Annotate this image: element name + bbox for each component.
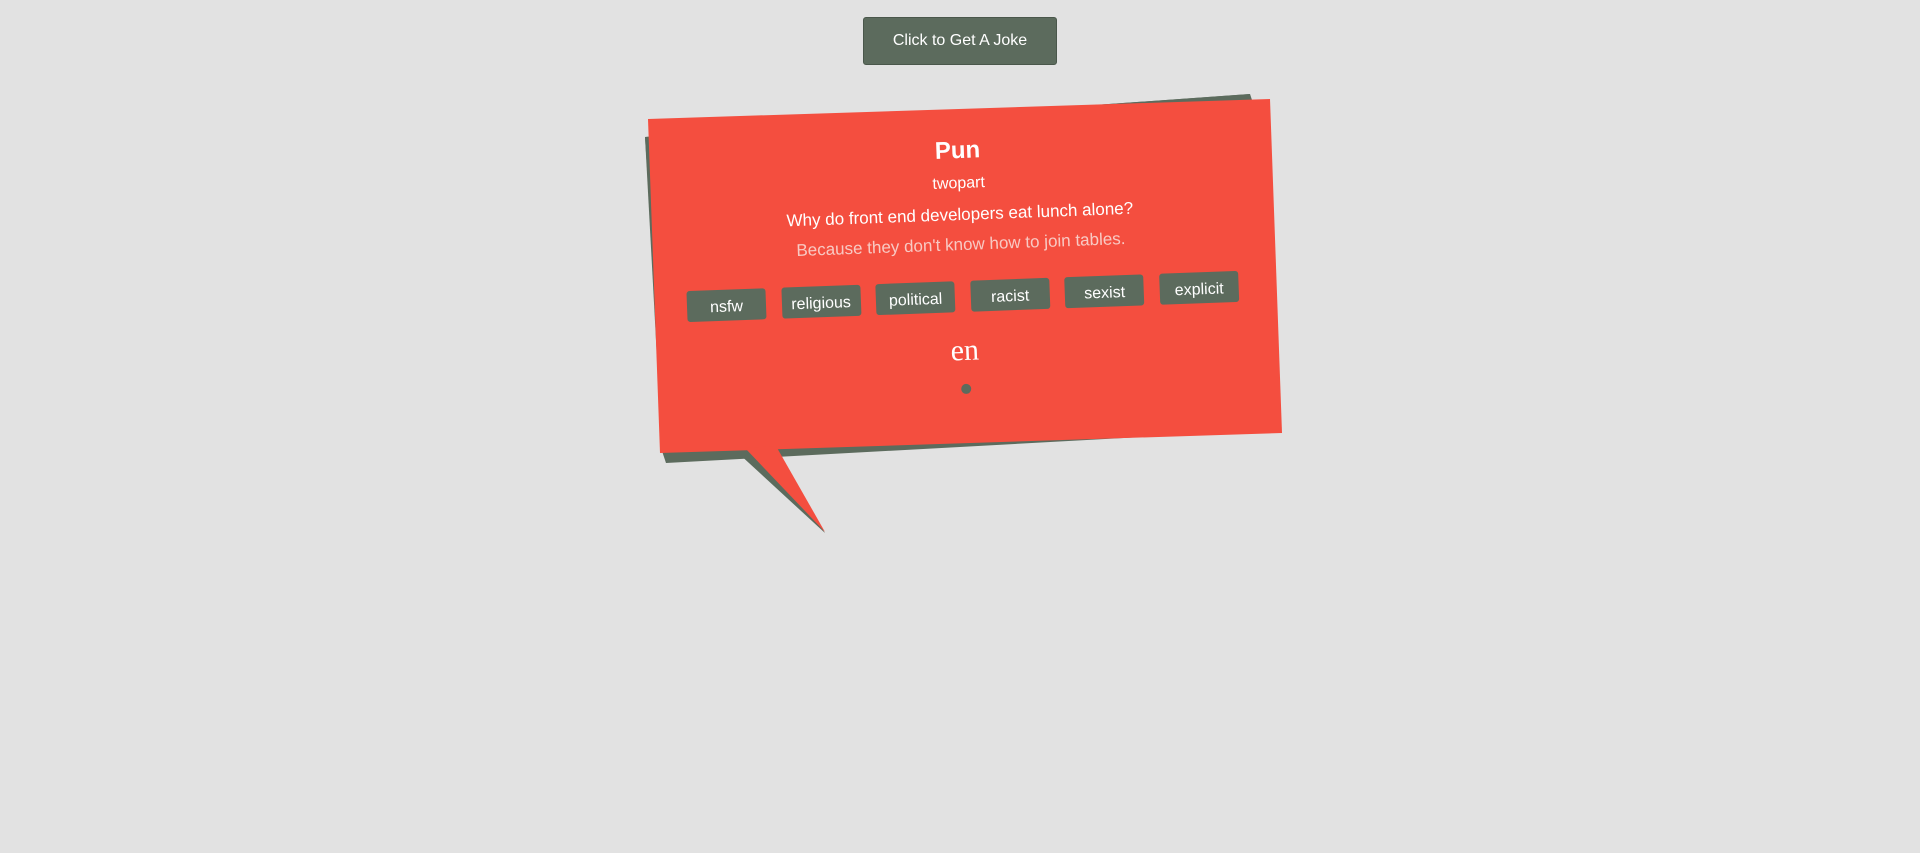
status-dot <box>961 383 972 395</box>
joke-language: en <box>950 333 980 368</box>
flag-sexist[interactable]: sexist <box>1064 274 1145 309</box>
speech-bubble: Pun twopart Why do front end developers … <box>0 0 1920 853</box>
joke-card: Pun twopart Why do front end developers … <box>646 96 1278 452</box>
flag-racist[interactable]: racist <box>970 277 1051 312</box>
speech-bubble-tail <box>745 446 825 532</box>
get-joke-button[interactable]: Click to Get A Joke <box>863 17 1057 65</box>
joke-flags: nsfw religious political racist sexist e… <box>652 270 1273 324</box>
speech-bubble-shadow-tail <box>737 452 825 533</box>
flag-religious[interactable]: religious <box>780 284 862 319</box>
flag-explicit[interactable]: explicit <box>1159 270 1240 305</box>
page: Click to Get A Joke Pun twopart Why do f… <box>0 0 1920 853</box>
flag-political[interactable]: political <box>875 281 956 316</box>
flag-nsfw[interactable]: nsfw <box>686 288 767 323</box>
